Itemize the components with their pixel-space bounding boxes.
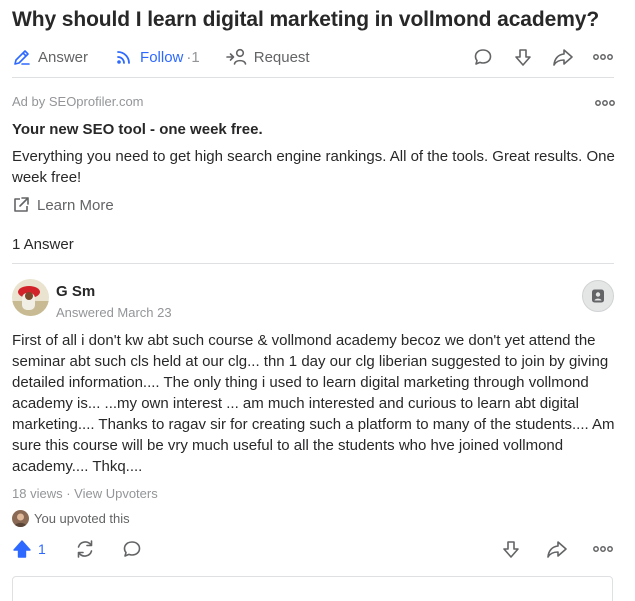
- divider: [12, 77, 614, 78]
- answer-action-bar: 1: [12, 537, 614, 561]
- follow-signal-icon: [117, 51, 130, 64]
- downvote-icon: [503, 541, 519, 558]
- share-icon: [553, 49, 573, 66]
- stats-separator: ·: [62, 486, 75, 501]
- question-action-bar: Answer Follow · 1 Request: [12, 44, 614, 70]
- follow-button[interactable]: Follow · 1: [114, 47, 200, 67]
- comment-icon: [474, 49, 492, 65]
- answer-stats: 18 views · View Upvoters: [12, 486, 158, 501]
- upvote-button[interactable]: 1: [12, 539, 46, 559]
- comment-button[interactable]: [472, 46, 494, 68]
- downvote-icon: [515, 49, 531, 66]
- learn-more-label: Learn More: [37, 196, 114, 214]
- ad-title[interactable]: Your new SEO tool - one week free.: [12, 121, 263, 138]
- share-button[interactable]: [546, 538, 568, 560]
- request-button[interactable]: Request: [225, 47, 310, 67]
- external-link-icon: [14, 197, 29, 212]
- request-label: Request: [253, 48, 310, 66]
- more-icon: [593, 546, 613, 552]
- learn-more-link[interactable]: Learn More: [12, 196, 114, 214]
- answer-label: Answer: [38, 48, 89, 66]
- more-button[interactable]: [592, 46, 614, 68]
- avatar[interactable]: [12, 279, 49, 316]
- follow-count: 1: [191, 48, 200, 66]
- share-icon: [547, 541, 567, 558]
- you-upvoted-label: You upvoted this: [34, 511, 130, 526]
- request-person-icon: [225, 48, 247, 65]
- ad-sponsor[interactable]: Ad by SEOprofiler.com: [12, 94, 144, 109]
- share-button[interactable]: [552, 46, 574, 68]
- more-icon: [595, 100, 615, 106]
- notify-button[interactable]: [582, 280, 614, 312]
- view-upvoters-link[interactable]: View Upvoters: [74, 486, 158, 501]
- you-upvoted: You upvoted this: [12, 510, 130, 527]
- answers-count: 1 Answer: [12, 236, 74, 253]
- question-title[interactable]: Why should I learn digital marketing in …: [12, 8, 599, 32]
- comment-icon: [123, 541, 141, 557]
- ad-more-button[interactable]: [594, 92, 616, 114]
- upvote-icon: [13, 540, 31, 558]
- divider: [12, 263, 614, 264]
- answered-date[interactable]: Answered March 23: [56, 305, 172, 320]
- more-icon: [593, 54, 613, 60]
- notify-bell-icon: [592, 289, 604, 303]
- answer-text: First of all i don't kw abt such course …: [12, 332, 615, 475]
- ad-body[interactable]: Everything you need to get high search e…: [12, 146, 616, 188]
- downvote-button[interactable]: [500, 538, 522, 560]
- edit-icon: [14, 50, 30, 65]
- user-avatar: [12, 510, 29, 527]
- upvote-count: 1: [38, 541, 46, 557]
- comment-input-box[interactable]: [12, 576, 613, 601]
- follow-label: Follow: [140, 48, 184, 66]
- comment-button[interactable]: [122, 539, 142, 559]
- view-count: 18 views: [12, 486, 63, 501]
- reshare-button[interactable]: [74, 538, 96, 560]
- reshare-icon: [77, 540, 93, 558]
- downvote-button[interactable]: [512, 46, 534, 68]
- author-name[interactable]: G Sm: [56, 283, 95, 300]
- more-button[interactable]: [592, 538, 614, 560]
- answer-button[interactable]: Answer: [12, 47, 88, 67]
